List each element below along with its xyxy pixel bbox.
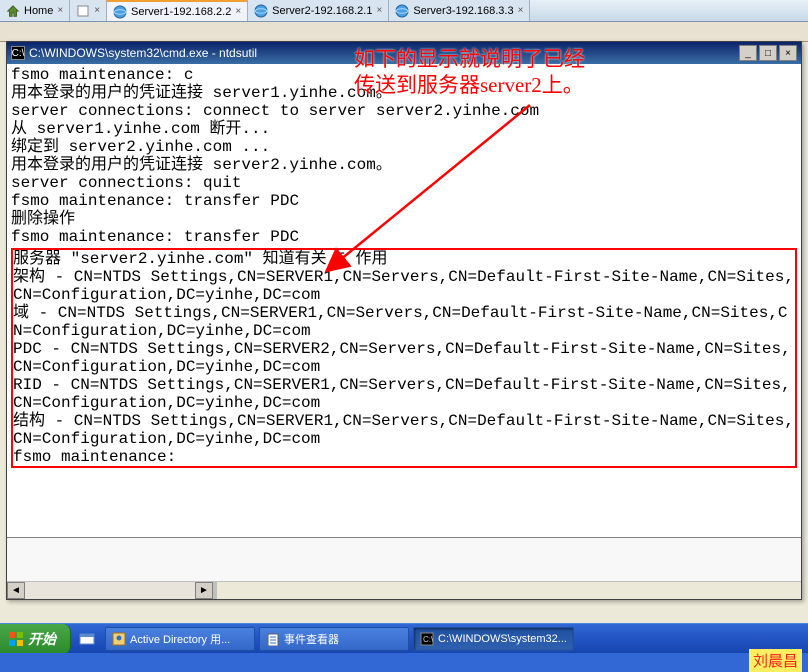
sphere-icon [113,5,127,19]
task-label: C:\WINDOWS\system32... [438,633,567,645]
quicklaunch [71,629,103,649]
sphere-icon [254,4,268,18]
taskbar: 开始 Active Directory 用... 事件查看器 C:\ C:\WI… [0,623,808,653]
term-line: 架构 - CN=NTDS Settings,CN=SERVER1,CN=Serv… [13,268,795,304]
tab-label: Home [24,5,53,17]
home-icon [6,4,20,18]
maximize-button[interactable]: □ [759,45,777,61]
close-icon[interactable]: × [518,5,524,16]
close-icon[interactable]: × [376,5,382,16]
start-button[interactable]: 开始 [0,624,71,654]
term-line: server connections: quit [11,174,797,192]
term-line: 用本登录的用户的凭证连接 server2.yinhe.com。 [11,156,797,174]
horizontal-scrollbar[interactable]: ◄ ► [7,581,801,599]
close-icon[interactable]: × [94,5,100,16]
task-label: 事件查看器 [284,631,339,647]
term-line: 绑定到 server2.yinhe.com ... [11,138,797,156]
quicklaunch-item[interactable] [77,629,97,649]
cmd-window: C:\ C:\WINDOWS\system32\cmd.exe - ntdsut… [6,41,802,600]
term-line: 删除操作 [11,210,797,228]
bottom-strip: 刘晨昌 [0,653,808,672]
taskbar-item-activedirectory[interactable]: Active Directory 用... [105,627,255,651]
task-label: Active Directory 用... [130,631,230,647]
close-icon[interactable]: × [235,6,241,17]
cmd-icon: C:\ [420,632,434,646]
taskbar-item-cmd[interactable]: C:\ C:\WINDOWS\system32... [413,627,574,651]
scroll-right-button[interactable]: ► [195,582,213,599]
tab-label: Server1-192.168.2.2 [131,6,231,18]
close-button[interactable]: × [779,45,797,61]
browser-tab-server2[interactable]: Server2-192.168.2.1 × [248,0,389,21]
cmd-titlebar[interactable]: C:\ C:\WINDOWS\system32\cmd.exe - ntdsut… [7,42,801,64]
cmd-icon: C:\ [11,46,25,60]
tab-label: Server3-192.168.3.3 [413,5,513,17]
scroll-left-button[interactable]: ◄ [7,582,25,599]
term-line: 用本登录的用户的凭证连接 server1.yinhe.com。 [11,84,797,102]
tab-label: Server2-192.168.2.1 [272,5,372,17]
term-line: fsmo maintenance: c [11,66,797,84]
cmd-body[interactable]: fsmo maintenance: c 用本登录的用户的凭证连接 server1… [7,64,801,537]
term-line: 结构 - CN=NTDS Settings,CN=SERVER1,CN=Serv… [13,412,795,448]
watermark-text: 刘晨昌 [749,649,802,672]
term-line: fsmo maintenance: transfer PDC [11,192,797,210]
term-line: server connections: connect to server se… [11,102,797,120]
roles-output-block: 服务器 "server2.yinhe.com" 知道有关 5 作用 架构 - C… [11,248,797,468]
browser-tab-home[interactable]: Home × [0,0,70,21]
scroll-track[interactable] [25,582,195,599]
close-icon[interactable]: × [57,5,63,16]
term-line: fsmo maintenance: transfer PDC [11,228,797,246]
term-line: 服务器 "server2.yinhe.com" 知道有关 5 作用 [13,250,795,268]
browser-tab-server1[interactable]: Server1-192.168.2.2 × [107,0,248,21]
eventvwr-icon [266,632,280,646]
blank-tab-icon [76,4,90,18]
browser-tab-bar: Home × × Server1-192.168.2.2 × Server2-1… [0,0,808,22]
term-line: 域 - CN=NTDS Settings,CN=SERVER1,CN=Serve… [13,304,795,340]
term-line: RID - CN=NTDS Settings,CN=SERVER1,CN=Ser… [13,376,795,412]
address-bar [0,22,808,42]
cmd-title-text: C:\WINDOWS\system32\cmd.exe - ntdsutil [29,46,257,60]
sphere-icon [395,4,409,18]
start-label: 开始 [28,629,56,649]
minimize-button[interactable]: _ [739,45,757,61]
taskbar-item-eventviewer[interactable]: 事件查看器 [259,627,409,651]
browser-tab-blank[interactable]: × [70,0,107,21]
term-line: 从 server1.yinhe.com 断开... [11,120,797,138]
term-line: fsmo maintenance: [13,448,795,466]
windows-logo-icon [8,631,24,647]
svg-text:C:\: C:\ [423,635,434,644]
cmd-lower-pane: ◄ ► [7,537,801,599]
browser-tab-server3[interactable]: Server3-192.168.3.3 × [389,0,530,21]
adtool-icon [112,632,126,646]
term-line: PDC - CN=NTDS Settings,CN=SERVER2,CN=Ser… [13,340,795,376]
